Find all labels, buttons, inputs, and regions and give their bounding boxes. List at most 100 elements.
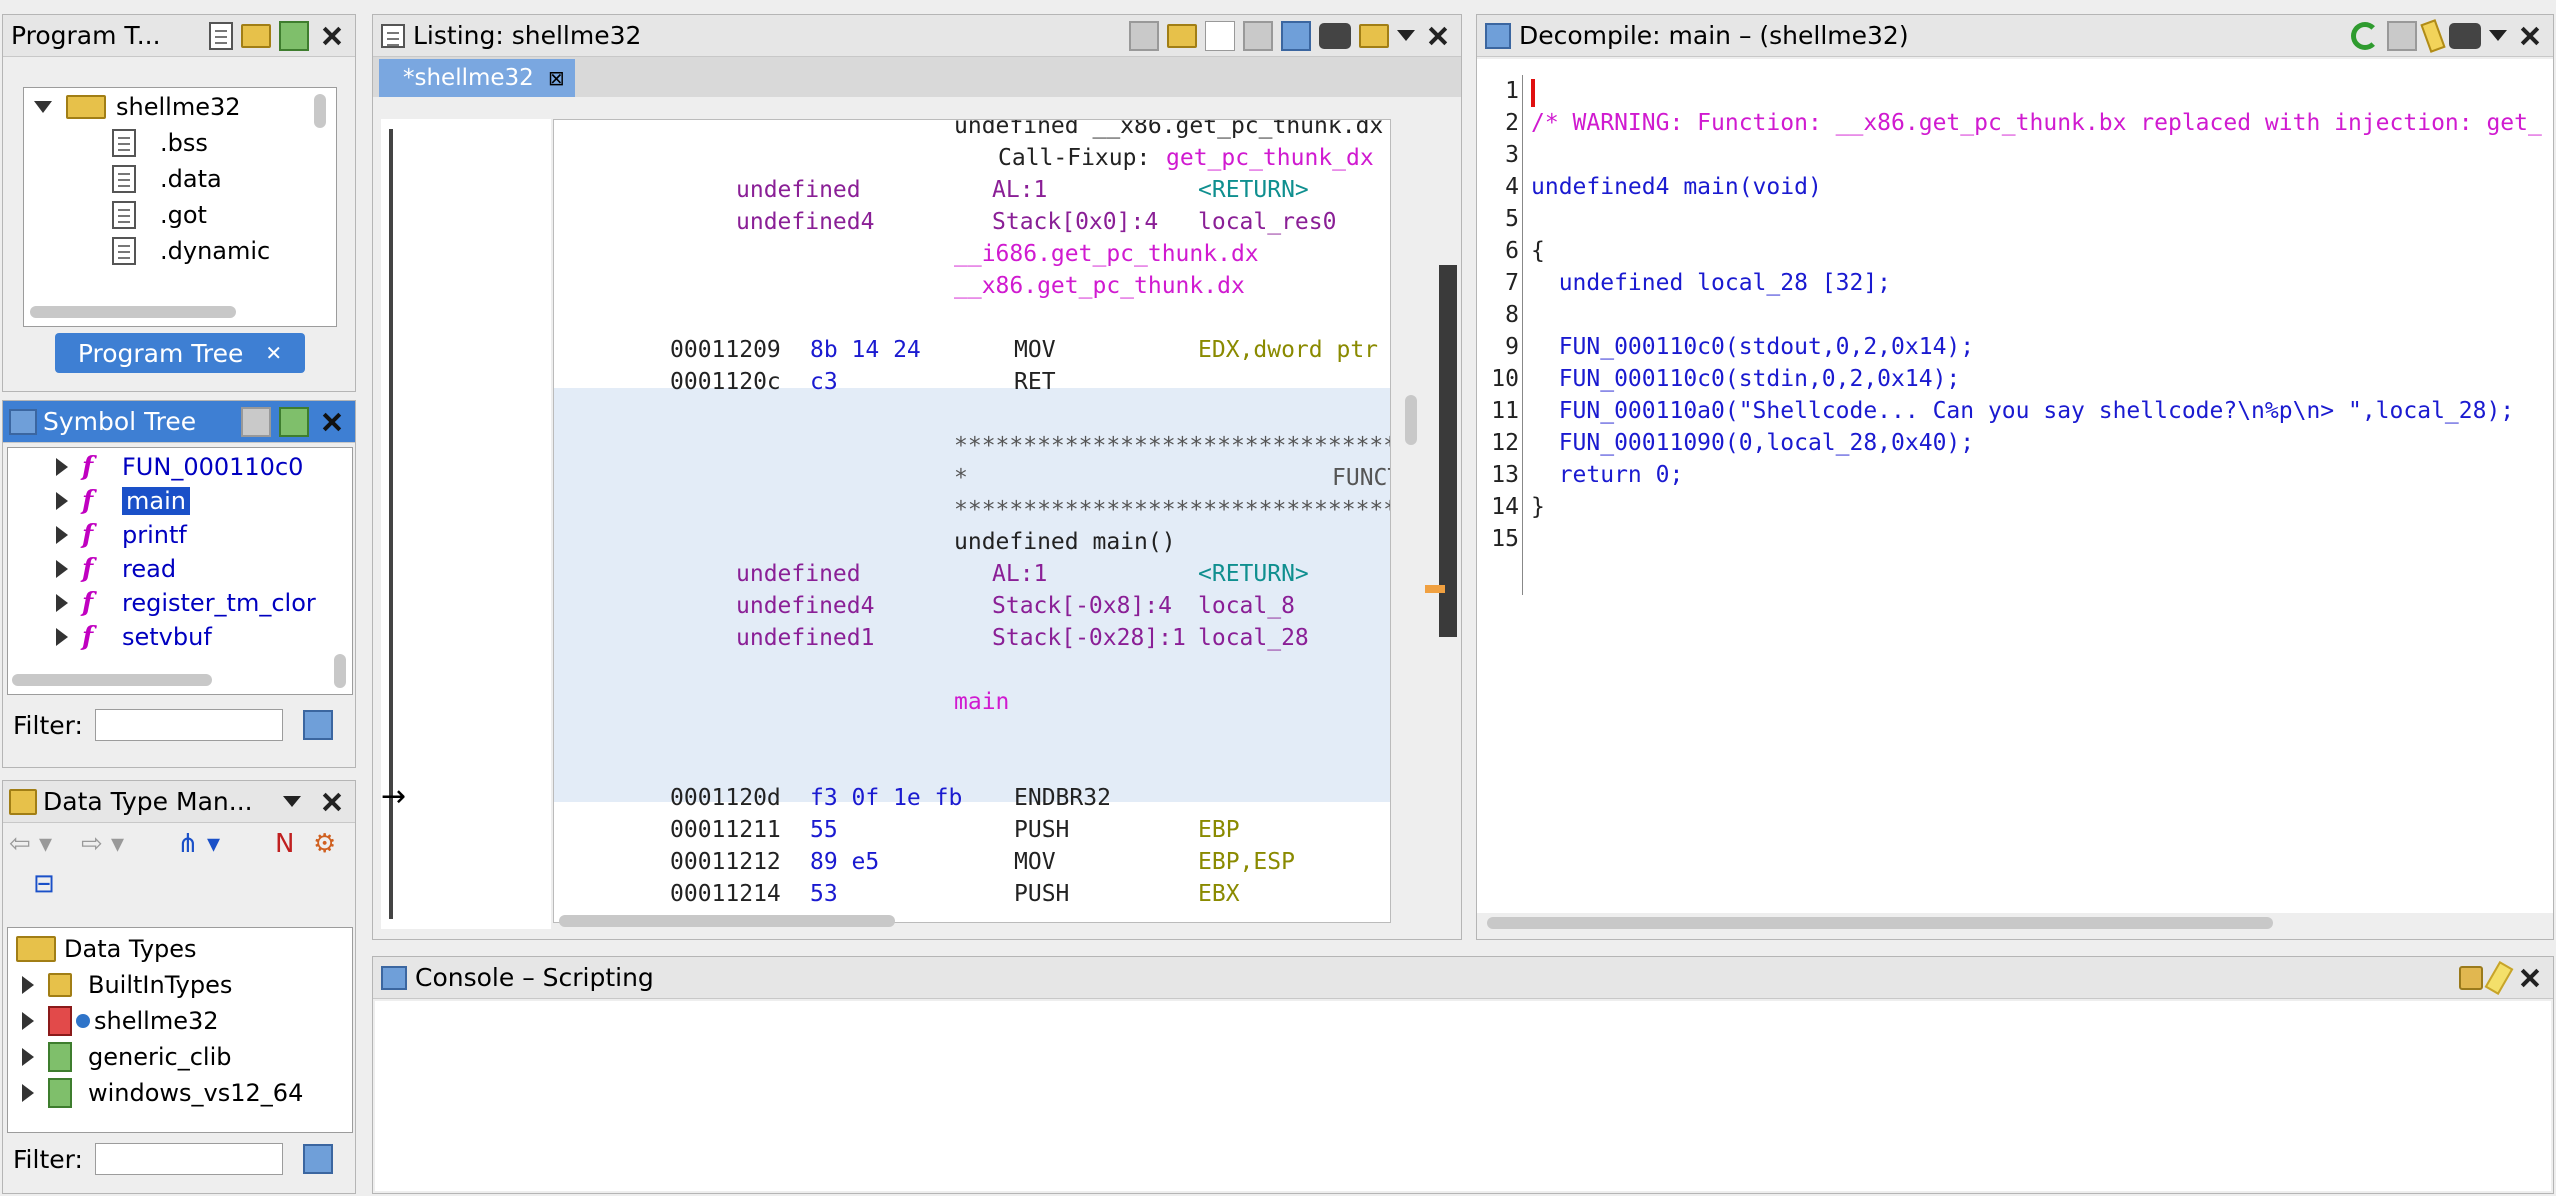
tree-item-got[interactable]: .got [112, 198, 207, 232]
text-cursor [1531, 79, 1535, 107]
chevron-down-icon[interactable] [34, 101, 52, 113]
dropdown-icon[interactable] [283, 796, 301, 807]
archive-icon [48, 973, 72, 997]
console-output[interactable] [375, 1001, 2551, 1191]
tree-item-dynamic[interactable]: .dynamic [112, 234, 270, 268]
segment-icon [112, 237, 136, 265]
chevron-right-icon[interactable] [22, 976, 34, 994]
chevron-right-icon[interactable] [56, 560, 68, 578]
new-program-icon[interactable] [209, 21, 233, 50]
symbol-tree-title: Symbol Tree [43, 407, 197, 436]
vertical-scrollbar[interactable] [314, 94, 326, 128]
segment-icon [112, 165, 136, 193]
back-arrow-icon[interactable]: ⇦ ▾ [9, 829, 52, 859]
symbol-item-main[interactable]: f main [56, 484, 190, 518]
listing-vertical-scrollbar[interactable] [1405, 395, 1417, 445]
data-type-archive[interactable]: BuiltInTypes [22, 968, 232, 1002]
program-tree-tab[interactable]: Program Tree ✕ [55, 333, 305, 373]
horizontal-scrollbar[interactable] [12, 674, 212, 686]
copy-icon[interactable] [1129, 20, 1159, 51]
chevron-right-icon[interactable] [56, 628, 68, 646]
symbol-item[interactable]: f register_tm_clor [56, 586, 316, 620]
data-type-filter-input[interactable] [94, 1143, 283, 1175]
no-filter-icon[interactable]: N [275, 829, 294, 859]
options-icon[interactable] [1359, 23, 1389, 48]
cursor-icon[interactable] [1205, 20, 1235, 51]
clear-console-icon[interactable] [2484, 960, 2514, 995]
vertical-scrollbar[interactable] [334, 654, 346, 688]
function-banner: ************************************ [954, 433, 1390, 459]
close-icon[interactable] [2515, 21, 2545, 51]
close-tab-icon[interactable]: ⊠ [548, 66, 565, 90]
symbol-tree-view[interactable]: f FUN_000110c0 f main f printf f read f regis… [7, 447, 353, 695]
dropdown-icon[interactable] [2489, 30, 2507, 41]
edit-icon[interactable] [241, 406, 271, 437]
refresh-icon[interactable] [2351, 21, 2379, 50]
tree-item-data[interactable]: .data [112, 162, 222, 196]
chevron-right-icon[interactable] [22, 1012, 34, 1030]
symbol-filter-input[interactable] [94, 709, 283, 741]
listing-tab-bar: *shellme32 ⊠ [373, 57, 1461, 97]
program-tree-view[interactable]: shellme32 .bss .data .got .dynamic [23, 87, 337, 327]
snapshot-icon[interactable] [1319, 22, 1351, 49]
chevron-right-icon[interactable] [22, 1084, 34, 1102]
horizontal-scrollbar[interactable] [30, 306, 236, 318]
instruction-bytes: 55 [810, 817, 838, 843]
diff-icon[interactable] [1281, 20, 1311, 51]
field-edit-icon[interactable] [1243, 20, 1273, 51]
program-folder-icon [66, 95, 106, 119]
listing-tab-label: *shellme32 [403, 65, 534, 91]
data-type-archive[interactable]: shellme32 [22, 1004, 219, 1038]
overview-bar[interactable] [1439, 265, 1457, 637]
filter-options-icon[interactable] [302, 1144, 333, 1174]
decompile-horizontal-scrollbar[interactable] [1487, 917, 2273, 929]
import-icon[interactable] [279, 406, 309, 437]
edit-signature-icon[interactable] [2420, 18, 2446, 53]
paste-icon[interactable] [1167, 23, 1197, 48]
data-types-root-label: Data Types [64, 935, 197, 963]
expand-icon[interactable]: ⋔ ▾ [177, 829, 220, 859]
tree-root-label: shellme32 [116, 93, 241, 121]
data-types-root[interactable]: Data Types [16, 932, 197, 966]
tree-item-bss[interactable]: .bss [112, 126, 208, 160]
chevron-right-icon[interactable] [56, 526, 68, 544]
open-folder-icon[interactable] [241, 23, 271, 48]
data-type-tree[interactable]: Data Types BuiltInTypes shellme32 generi… [7, 927, 353, 1133]
symbol-item[interactable]: f read [56, 552, 176, 586]
close-icon[interactable] [317, 407, 347, 437]
decompile-code[interactable]: 1 2 3 4 5 6 7 8 9 10 11 12 13 14 15 /* W… [1477, 59, 2553, 913]
symbol-item[interactable]: f setvbuf [56, 620, 212, 654]
data-type-filter: Filter: [13, 1143, 333, 1175]
data-type-archive[interactable]: generic_clib [22, 1040, 231, 1074]
tree-root[interactable]: shellme32 [34, 90, 241, 124]
symbol-tree-icon [9, 408, 37, 435]
forward-arrow-icon[interactable]: ⇨ ▾ [81, 829, 124, 859]
var-storage: AL:1 [992, 177, 1048, 203]
chevron-right-icon[interactable] [22, 1048, 34, 1066]
close-brace: } [1531, 494, 1545, 520]
listing-code[interactable]: undefined __x86.get_pc_thunk.dx Call-Fix… [553, 119, 1391, 923]
address: 00011209 [670, 337, 781, 363]
filter-icon[interactable]: ⚙ [313, 829, 336, 859]
filter-options-icon[interactable] [302, 710, 333, 740]
chevron-right-icon[interactable] [56, 594, 68, 612]
symbol-item[interactable]: f printf [56, 518, 187, 552]
data-type-archive[interactable]: windows_vs12_64 [22, 1076, 303, 1110]
close-icon[interactable] [1423, 21, 1453, 51]
listing-tab[interactable]: *shellme32 ⊠ [379, 59, 575, 97]
scroll-lock-icon[interactable] [2459, 965, 2483, 990]
close-icon[interactable] [2515, 963, 2545, 993]
copy-icon[interactable] [2387, 20, 2417, 51]
import-icon[interactable] [279, 20, 309, 51]
collapse-all-icon[interactable]: ⊟ [33, 869, 55, 899]
symbol-item[interactable]: f FUN_000110c0 [56, 450, 303, 484]
listing-horizontal-scrollbar[interactable] [559, 915, 895, 927]
close-icon[interactable] [317, 21, 347, 51]
chevron-right-icon[interactable] [56, 458, 68, 476]
close-icon[interactable] [317, 787, 347, 817]
dropdown-icon[interactable] [1397, 30, 1415, 41]
thunk-header: undefined __x86.get_pc_thunk.dx [954, 119, 1384, 139]
close-tab-icon[interactable]: ✕ [265, 341, 282, 365]
chevron-right-icon[interactable] [56, 492, 68, 510]
snapshot-icon[interactable] [2449, 22, 2481, 49]
